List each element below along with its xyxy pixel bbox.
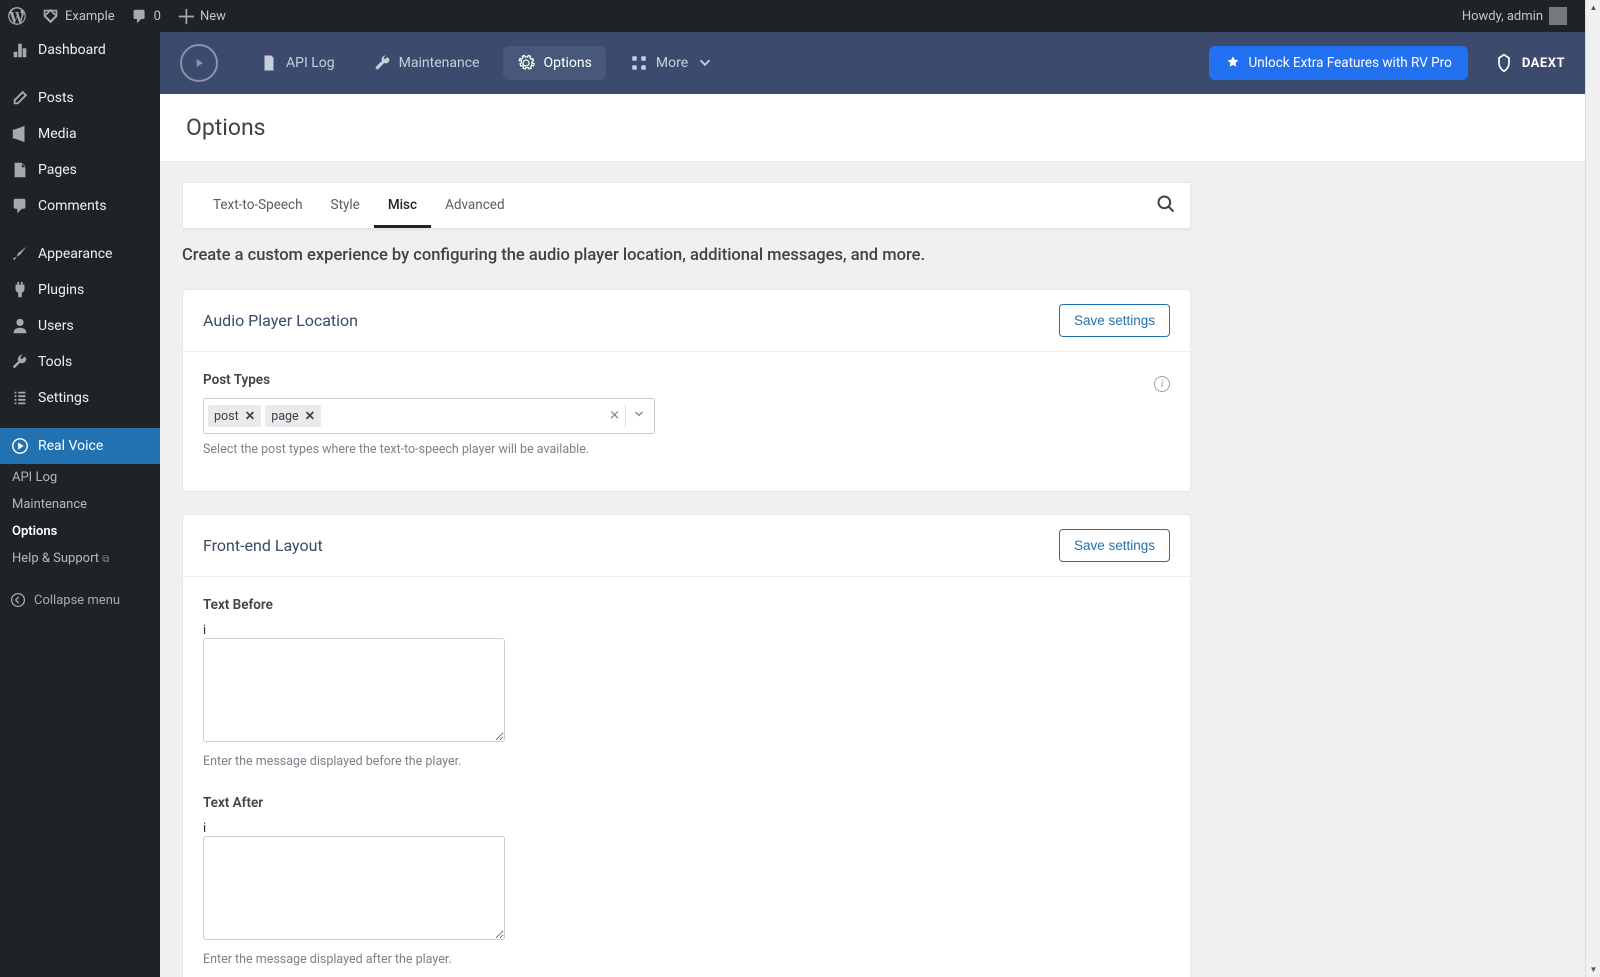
main-area: Text-to-Speech Style Misc Advanced Creat…: [160, 162, 1585, 977]
howdy-account[interactable]: Howdy, admin: [1454, 0, 1575, 32]
plugin-header-bar: API Log Maintenance Options More Unlock …: [160, 32, 1585, 94]
submenu-real-voice: API Log Maintenance Options Help & Suppo…: [0, 464, 160, 572]
text-before-textarea[interactable]: [203, 638, 505, 742]
plugnav-more[interactable]: More: [616, 46, 728, 80]
vertical-scrollbar[interactable]: ▲ ▼: [1585, 0, 1600, 977]
save-settings-button[interactable]: Save settings: [1059, 304, 1170, 337]
menu-pages[interactable]: Pages: [0, 152, 160, 188]
tab-text-to-speech[interactable]: Text-to-Speech: [199, 183, 317, 228]
section-audio-player-location: Audio Player Location Save settings Post…: [182, 289, 1191, 492]
tabs-row: Text-to-Speech Style Misc Advanced: [183, 183, 1190, 229]
comments-count: 0: [154, 9, 161, 24]
tab-description: Create a custom experience by configurin…: [182, 230, 1563, 283]
clear-all-icon[interactable]: ✕: [609, 409, 620, 424]
text-after-textarea[interactable]: [203, 836, 505, 940]
menu-plugins[interactable]: Plugins: [0, 272, 160, 308]
field-label-post-types: Post Types: [203, 372, 1170, 388]
field-label-text-before: Text Before: [203, 597, 1170, 613]
tab-misc[interactable]: Misc: [374, 183, 431, 228]
divider: [625, 405, 626, 427]
menu-tools[interactable]: Tools: [0, 344, 160, 380]
chevron-down-icon[interactable]: [632, 407, 646, 425]
menu-settings[interactable]: Settings: [0, 380, 160, 416]
collapse-menu[interactable]: Collapse menu: [0, 584, 160, 616]
tab-style[interactable]: Style: [317, 183, 374, 228]
remove-tag-icon[interactable]: ✕: [305, 408, 315, 424]
plugnav-api-log[interactable]: API Log: [246, 46, 349, 80]
wp-admin-bar: Example 0 New Howdy, admin: [0, 0, 1585, 32]
menu-appearance[interactable]: Appearance: [0, 236, 160, 272]
submenu-maintenance[interactable]: Maintenance: [12, 491, 160, 518]
plugnav-options[interactable]: Options: [503, 46, 605, 80]
menu-real-voice[interactable]: Real Voice: [0, 428, 160, 464]
howdy-text: Howdy, admin: [1462, 9, 1543, 24]
tag-page: page✕: [265, 405, 321, 427]
tag-post: post✕: [208, 405, 261, 427]
post-types-select[interactable]: post✕ page✕ ✕: [203, 398, 655, 434]
field-label-text-after: Text After: [203, 795, 1170, 811]
plugnav-maintenance[interactable]: Maintenance: [359, 46, 494, 80]
tab-advanced[interactable]: Advanced: [431, 183, 519, 228]
field-hint: Enter the message displayed before the p…: [203, 754, 1170, 769]
menu-users[interactable]: Users: [0, 308, 160, 344]
new-label: New: [200, 9, 226, 24]
info-icon[interactable]: i: [203, 623, 1170, 638]
tabs-card: Text-to-Speech Style Misc Advanced: [182, 182, 1191, 230]
content-area: API Log Maintenance Options More Unlock …: [160, 32, 1585, 977]
wp-logo[interactable]: [0, 0, 34, 32]
scroll-up-icon[interactable]: ▲: [1586, 0, 1600, 15]
chevron-down-icon: [696, 54, 714, 72]
site-name-text: Example: [65, 9, 115, 24]
avatar: [1549, 7, 1567, 25]
field-hint: Enter the message displayed after the pl…: [203, 952, 1170, 967]
remove-tag-icon[interactable]: ✕: [245, 408, 255, 424]
plugin-logo: [180, 44, 218, 82]
info-icon[interactable]: i: [1154, 376, 1170, 392]
unlock-pro-button[interactable]: Unlock Extra Features with RV Pro: [1209, 46, 1468, 80]
submenu-help-support[interactable]: Help & Support ⧉: [12, 545, 160, 572]
menu-media[interactable]: Media: [0, 116, 160, 152]
submenu-api-log[interactable]: API Log: [12, 464, 160, 491]
external-icon: ⧉: [102, 554, 109, 565]
menu-comments[interactable]: Comments: [0, 188, 160, 224]
menu-dashboard[interactable]: Dashboard: [0, 32, 160, 68]
new-content[interactable]: New: [169, 0, 234, 32]
scroll-down-icon[interactable]: ▼: [1586, 962, 1600, 977]
site-name[interactable]: Example: [34, 0, 123, 32]
section-title: Front-end Layout: [203, 536, 323, 555]
comments-link[interactable]: 0: [123, 0, 169, 32]
field-hint: Select the post types where the text-to-…: [203, 442, 1170, 457]
section-front-end-layout: Front-end Layout Save settings Text Befo…: [182, 514, 1191, 977]
submenu-options[interactable]: Options: [12, 518, 160, 545]
menu-posts[interactable]: Posts: [0, 80, 160, 116]
save-settings-button[interactable]: Save settings: [1059, 529, 1170, 562]
admin-menu: Dashboard Posts Media Pages Comments App…: [0, 32, 160, 977]
page-heading: Options: [160, 94, 1585, 162]
page-title: Options: [186, 114, 1559, 141]
info-icon[interactable]: i: [203, 821, 1170, 836]
brand-daext[interactable]: DAEXT: [1494, 53, 1565, 73]
section-title: Audio Player Location: [203, 311, 358, 330]
search-icon[interactable]: [1156, 194, 1176, 218]
